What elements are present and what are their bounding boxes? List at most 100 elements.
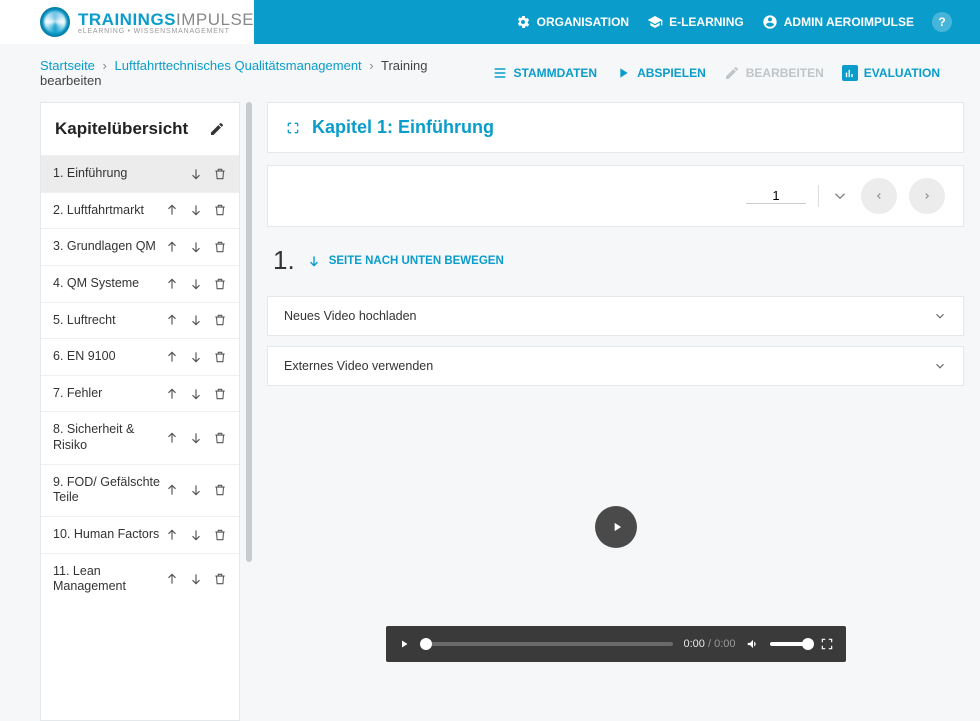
user-circle-icon <box>762 14 778 30</box>
nav-organisation-label: ORGANISATION <box>537 15 629 29</box>
move-up-button[interactable] <box>165 528 179 542</box>
move-up-button[interactable] <box>165 431 179 445</box>
move-down-button[interactable] <box>189 240 203 254</box>
delete-button[interactable] <box>213 431 227 445</box>
move-up-button[interactable] <box>165 387 179 401</box>
delete-button[interactable] <box>213 483 227 497</box>
subheader: Startseite › Luftfahrttechnisches Qualit… <box>0 44 980 102</box>
logo[interactable]: TRAININGSIMPULSE eLEARNING • WISSENSMANA… <box>0 0 254 44</box>
delete-button[interactable] <box>213 387 227 401</box>
volume-track[interactable] <box>770 642 810 646</box>
volume-icon[interactable] <box>746 637 760 651</box>
tab-abspielen[interactable]: ABSPIELEN <box>615 65 706 81</box>
chapter-item[interactable]: 1. Einführung <box>41 155 239 192</box>
chapter-item[interactable]: 6. EN 9100 <box>41 338 239 375</box>
move-down-button[interactable] <box>189 277 203 291</box>
sidebar-title: Kapitelübersicht <box>55 119 188 139</box>
video-controls: 0:00 / 0:00 <box>386 626 846 662</box>
accordion-upload-video[interactable]: Neues Video hochladen <box>267 296 964 336</box>
chapter-item[interactable]: 3. Grundlagen QM <box>41 228 239 265</box>
move-down-button[interactable] <box>189 203 203 217</box>
logo-text-brand: TRAININGS <box>78 10 176 29</box>
scrollbar-thumb[interactable] <box>246 102 252 562</box>
chapter-actions <box>165 431 227 445</box>
next-page-button[interactable] <box>909 178 945 214</box>
move-up-button[interactable] <box>165 313 179 327</box>
breadcrumb-sep: › <box>369 58 373 73</box>
progress-track[interactable] <box>420 642 674 646</box>
controls-play-icon[interactable] <box>398 638 410 650</box>
move-down-button[interactable] <box>189 483 203 497</box>
move-down-button[interactable] <box>189 528 203 542</box>
chevron-down-icon <box>933 359 947 373</box>
fullscreen-icon[interactable] <box>820 637 834 651</box>
video-play-button[interactable] <box>595 506 637 548</box>
move-down-button[interactable] <box>189 572 203 586</box>
chapter-actions <box>165 167 227 181</box>
accordion-external-video[interactable]: Externes Video verwenden <box>267 346 964 386</box>
help-button[interactable]: ? <box>932 12 952 32</box>
delete-button[interactable] <box>213 203 227 217</box>
delete-button[interactable] <box>213 313 227 327</box>
chapter-item[interactable]: 7. Fehler <box>41 375 239 412</box>
move-up-button[interactable] <box>165 483 179 497</box>
tab-bearbeiten: BEARBEITEN <box>724 65 824 81</box>
move-up-button[interactable] <box>165 240 179 254</box>
progress-thumb[interactable] <box>420 638 432 650</box>
move-up-button[interactable] <box>165 572 179 586</box>
delete-button[interactable] <box>213 240 227 254</box>
nav-user-label: ADMIN AEROIMPULSE <box>784 15 914 29</box>
move-page-down-button[interactable]: SEITE NACH UNTEN BEWEGEN <box>307 254 504 268</box>
time-current: 0:00 <box>683 638 704 650</box>
nav-elearning[interactable]: E-LEARNING <box>647 14 744 30</box>
edit-chapters-button[interactable] <box>209 121 225 137</box>
breadcrumb: Startseite › Luftfahrttechnisches Qualit… <box>40 58 492 88</box>
move-down-button[interactable] <box>189 387 203 401</box>
delete-button[interactable] <box>213 528 227 542</box>
chapter-item[interactable]: 5. Luftrecht <box>41 302 239 339</box>
breadcrumb-course[interactable]: Luftfahrttechnisches Qualitätsmanagement <box>115 58 362 73</box>
page-dropdown-chevron-icon[interactable] <box>831 187 849 205</box>
tab-bearbeiten-label: BEARBEITEN <box>746 66 824 80</box>
chapter-item[interactable]: 8. Sicherheit & Risiko <box>41 411 239 463</box>
chapter-item[interactable]: 4. QM Systeme <box>41 265 239 302</box>
chapter-actions <box>165 387 227 401</box>
delete-button[interactable] <box>213 167 227 181</box>
move-down-button[interactable] <box>189 167 203 181</box>
move-up-button[interactable] <box>165 203 179 217</box>
chapter-item[interactable]: 11. Lean Management <box>41 553 239 605</box>
arrow-down-icon <box>307 254 321 268</box>
delete-button[interactable] <box>213 277 227 291</box>
logo-tagline: eLEARNING • WISSENSMANAGEMENT <box>78 28 254 35</box>
chapter-item[interactable]: 10. Human Factors <box>41 516 239 553</box>
chapter-actions <box>165 240 227 254</box>
action-tabs: STAMMDATEN ABSPIELEN BEARBEITEN EVALUATI… <box>492 65 940 81</box>
prev-page-button[interactable] <box>861 178 897 214</box>
move-up-button[interactable] <box>165 350 179 364</box>
chapter-item[interactable]: 2. Luftfahrtmarkt <box>41 192 239 229</box>
delete-button[interactable] <box>213 572 227 586</box>
nav-organisation[interactable]: ORGANISATION <box>515 14 629 30</box>
tab-stammdaten[interactable]: STAMMDATEN <box>492 65 598 81</box>
sidebar-scrollbar[interactable] <box>243 102 255 721</box>
chapter-item[interactable]: 9. FOD/ Gefälschte Teile <box>41 464 239 516</box>
move-down-button[interactable] <box>189 313 203 327</box>
chapter-label: 10. Human Factors <box>53 527 165 543</box>
chapter-label: 1. Einführung <box>53 166 165 182</box>
move-down-button[interactable] <box>189 431 203 445</box>
chapter-label: 11. Lean Management <box>53 564 165 595</box>
move-up-button[interactable] <box>165 277 179 291</box>
nav-user[interactable]: ADMIN AEROIMPULSE <box>762 14 914 30</box>
tab-evaluation[interactable]: EVALUATION <box>842 65 940 81</box>
breadcrumb-home[interactable]: Startseite <box>40 58 95 73</box>
chapter-label: 4. QM Systeme <box>53 276 165 292</box>
sidebar-container: Kapitelübersicht 1. Einführung 2. Luftfa… <box>40 102 255 721</box>
move-down-button[interactable] <box>189 350 203 364</box>
fullscreen-icon[interactable] <box>286 121 300 135</box>
breadcrumb-sep: › <box>103 58 107 73</box>
graduation-cap-icon <box>647 14 663 30</box>
list-icon <box>492 65 508 81</box>
page-number-input[interactable] <box>746 188 806 204</box>
chapter-label: 9. FOD/ Gefälschte Teile <box>53 475 165 506</box>
delete-button[interactable] <box>213 350 227 364</box>
